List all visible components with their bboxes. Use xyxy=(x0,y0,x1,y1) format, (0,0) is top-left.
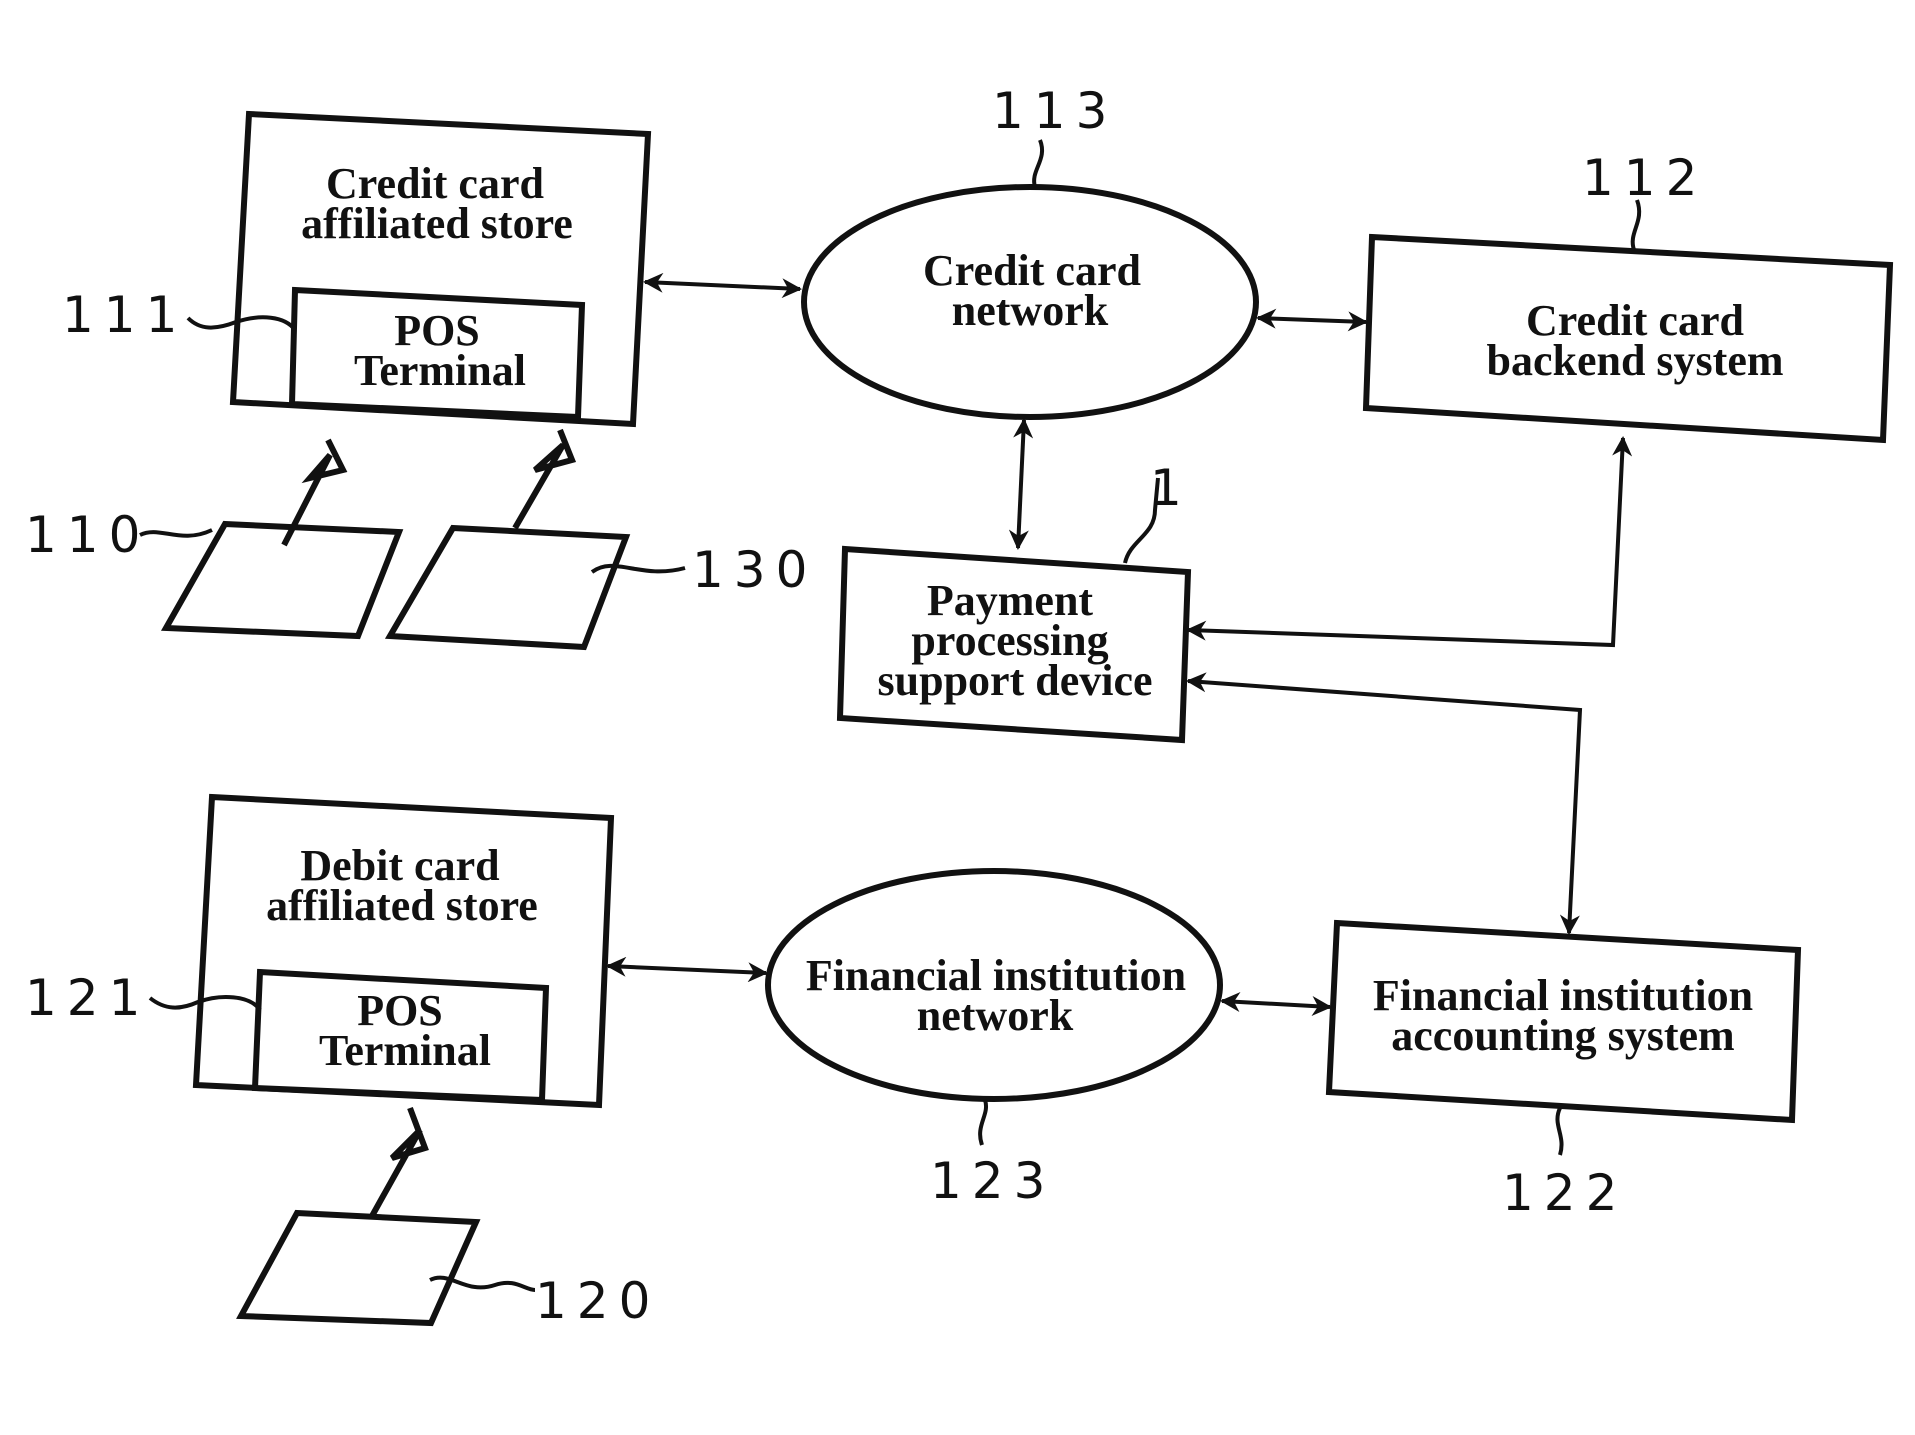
debit-card-affiliated-store: Debit card affiliated store POS Terminal xyxy=(192,793,615,1109)
credit-network-label-line2: network xyxy=(952,286,1109,335)
edge-backend-to-payment-device xyxy=(1186,436,1633,648)
debit-pos-label-line2: Terminal xyxy=(319,1026,491,1075)
fi-network-label-line2: network xyxy=(917,991,1074,1040)
edge-credit-network-to-backend xyxy=(1256,308,1368,332)
edge-fi-network-to-fi-accounting xyxy=(1220,992,1332,1016)
edge-payment-device-to-fi-accounting xyxy=(1186,672,1583,935)
credit-pos-label-line2: Terminal xyxy=(354,346,526,395)
leader-123 xyxy=(978,1099,989,1146)
credit-card-backend-system: Credit card backend system xyxy=(1362,233,1894,444)
debit-store-label-line2: affiliated store xyxy=(266,881,538,930)
edge-credit-store-to-credit-network xyxy=(643,272,802,299)
ref-label-1: 1 xyxy=(1150,459,1192,517)
leader-122 xyxy=(1555,1107,1564,1156)
credit-card-affiliated-store: Credit card affiliated store POS Termina… xyxy=(229,110,652,428)
ref-label-130: 130 xyxy=(692,541,817,599)
edge-debit-store-to-fi-network xyxy=(606,956,768,983)
credit-card-network: Credit card network xyxy=(801,184,1259,420)
payment-device-label-line3: support device xyxy=(878,656,1153,705)
ref-label-121: 121 xyxy=(25,969,150,1027)
leader-130 xyxy=(590,563,686,574)
leader-112 xyxy=(1630,199,1642,251)
wireless-link-120-icon xyxy=(369,1106,429,1218)
leader-110 xyxy=(139,528,213,538)
edge-credit-network-to-payment-device xyxy=(1008,418,1034,550)
card-120 xyxy=(236,1209,481,1327)
payment-system-diagram: Credit card affiliated store POS Termina… xyxy=(25,82,1894,1330)
ref-label-122: 122 xyxy=(1502,1164,1627,1222)
leader-111 xyxy=(186,315,297,332)
credit-backend-label-line2: backend system xyxy=(1486,336,1783,385)
financial-institution-network: Financial institution network xyxy=(765,868,1223,1102)
ref-label-111: 111 xyxy=(62,286,187,344)
ref-label-123: 123 xyxy=(930,1152,1055,1210)
leader-113 xyxy=(1032,139,1044,188)
card-110 xyxy=(160,520,404,640)
financial-institution-accounting-system: Financial institution accounting system xyxy=(1325,919,1802,1124)
ref-label-110: 110 xyxy=(25,506,150,564)
payment-processing-support-device: Payment processing support device xyxy=(836,545,1192,744)
ref-label-112: 112 xyxy=(1582,149,1707,207)
wireless-link-130-icon xyxy=(512,428,577,530)
leader-121 xyxy=(148,995,262,1012)
ref-label-113: 113 xyxy=(992,82,1117,140)
card-130 xyxy=(384,524,631,651)
ref-label-120: 120 xyxy=(535,1272,660,1330)
fi-accounting-label-line2: accounting system xyxy=(1391,1011,1734,1060)
credit-store-label-line2: affiliated store xyxy=(301,199,573,248)
